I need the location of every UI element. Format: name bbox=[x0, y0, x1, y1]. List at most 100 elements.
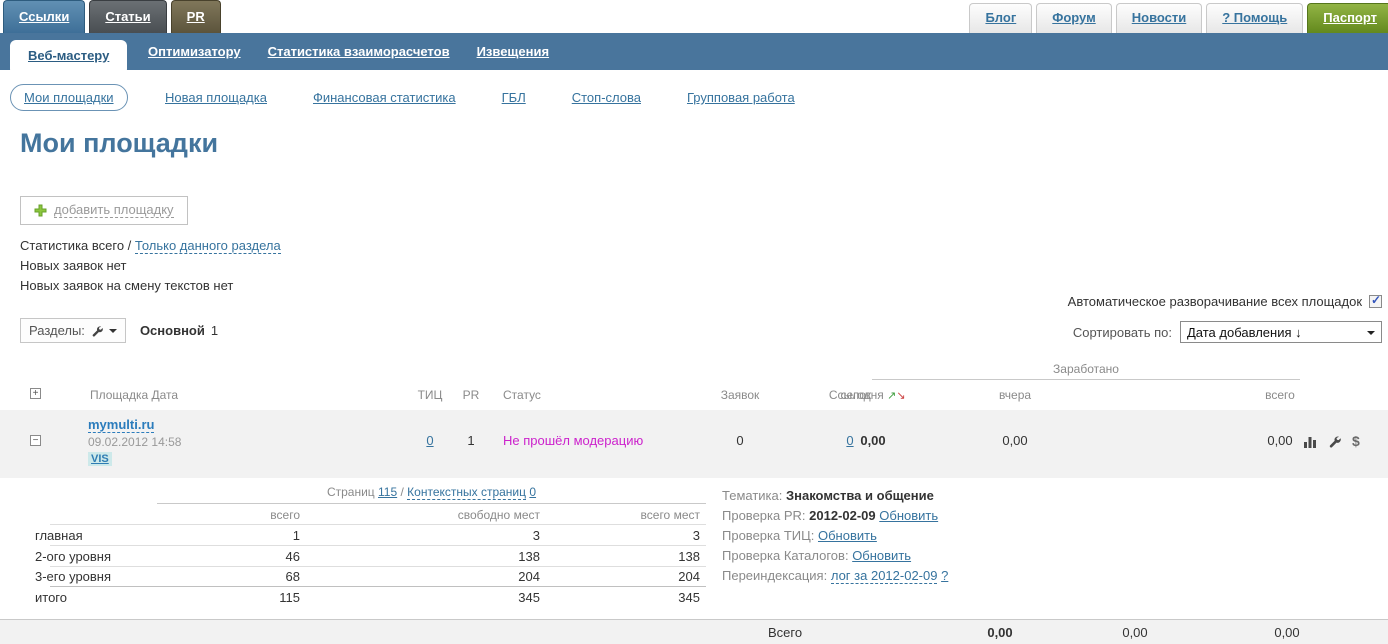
header-earned-group: Заработано bbox=[872, 362, 1300, 376]
pages-cell: 68 bbox=[150, 569, 300, 584]
header-pr: PR bbox=[455, 388, 487, 402]
pages-cell: 204 bbox=[390, 569, 540, 584]
auto-expand-checkbox[interactable] bbox=[1369, 295, 1382, 308]
row-today: 0,00 bbox=[823, 433, 923, 448]
nav-tab-notifications[interactable]: Извещения bbox=[477, 44, 549, 59]
nav-tab-optimizer[interactable]: Оптимизатору bbox=[148, 44, 241, 59]
subnav-gbl[interactable]: ГБЛ bbox=[502, 90, 526, 105]
auto-expand-control: Автоматическое разворачивание всех площа… bbox=[1068, 294, 1382, 309]
pages-cell: 138 bbox=[550, 549, 700, 564]
totals-today: 0,00 bbox=[950, 625, 1050, 640]
sections-label: Разделы: bbox=[29, 323, 85, 338]
header-today: сегодня ↗↘ bbox=[823, 388, 923, 402]
subnav-group-work[interactable]: Групповая работа bbox=[687, 90, 795, 105]
site-link[interactable]: mymulti.ru bbox=[88, 417, 154, 433]
sort-select[interactable]: Дата добавления ↓ bbox=[1180, 321, 1382, 343]
totals-row: Всего 0,00 0,00 0,00 bbox=[0, 619, 1388, 644]
sections-row: Разделы: Основной 1 bbox=[20, 318, 218, 343]
tab-articles[interactable]: Статьи bbox=[89, 0, 166, 33]
chevron-down-icon bbox=[1367, 331, 1375, 335]
tab-pr[interactable]: PR bbox=[171, 0, 221, 33]
context-count-link[interactable]: 0 bbox=[529, 485, 536, 499]
totals-total: 0,00 bbox=[1237, 625, 1337, 640]
main-nav-bar: Веб-мастеру Оптимизатору Статистика взаи… bbox=[0, 33, 1388, 70]
bar-chart-icon[interactable] bbox=[1303, 435, 1317, 448]
add-site-label: добавить площадку bbox=[54, 202, 174, 218]
row-actions: $ bbox=[1303, 435, 1360, 448]
site-date: 09.02.2012 14:58 bbox=[88, 435, 181, 449]
nav-tab-webmaster[interactable]: Веб-мастеру bbox=[10, 40, 127, 75]
row-yesterday: 0,00 bbox=[965, 433, 1065, 448]
update-catalogs-link[interactable]: Обновить bbox=[852, 548, 911, 563]
row-divider bbox=[50, 566, 706, 567]
pages-row-label: 3-его уровня bbox=[35, 569, 111, 584]
section-count: 1 bbox=[211, 323, 218, 338]
chevron-down-icon bbox=[109, 329, 117, 333]
section-name: Основной bbox=[140, 323, 205, 338]
header-tic: ТИЦ bbox=[405, 388, 455, 402]
update-pr-link[interactable]: Обновить bbox=[879, 508, 938, 523]
tab-blog[interactable]: Блог bbox=[969, 3, 1032, 33]
subnav-financial-stats[interactable]: Финансовая статистика bbox=[313, 90, 456, 105]
table-row: − mymulti.ru 09.02.2012 14:58 VIS 0 1 Не… bbox=[0, 410, 1388, 478]
subnav-stop-words[interactable]: Стоп-слова bbox=[572, 90, 641, 105]
site-details: Тематика: Знакомства и общение Проверка … bbox=[722, 486, 948, 586]
row-tic: 0 bbox=[405, 433, 455, 448]
totals-label: Всего bbox=[768, 625, 802, 640]
wrench-icon[interactable] bbox=[1328, 435, 1341, 448]
dollar-icon[interactable]: $ bbox=[1352, 435, 1360, 448]
tab-passport[interactable]: Паспорт bbox=[1307, 3, 1388, 33]
tab-news[interactable]: Новости bbox=[1116, 3, 1203, 33]
expand-all-icon[interactable]: + bbox=[30, 388, 41, 399]
detail-catalog-check: Проверка Каталогов: Обновить bbox=[722, 546, 948, 566]
stats-section-link[interactable]: Только данного раздела bbox=[135, 238, 281, 254]
sort-down-icon[interactable]: ↘ bbox=[896, 390, 905, 402]
site-tabs: Блог Форум Новости ? Помощь Паспорт bbox=[969, 3, 1388, 33]
pages-underline bbox=[157, 503, 706, 504]
vis-badge[interactable]: VIS bbox=[88, 452, 112, 466]
app-window: Ссылки Статьи PR Блог Форум Новости ? По… bbox=[0, 0, 1388, 644]
update-tic-link[interactable]: Обновить bbox=[818, 528, 877, 543]
pages-cell: 345 bbox=[550, 590, 700, 605]
service-tabs: Ссылки Статьи PR bbox=[3, 0, 221, 33]
tab-help[interactable]: ? Помощь bbox=[1206, 3, 1303, 33]
pages-cell: 345 bbox=[390, 590, 540, 605]
detail-tic-check: Проверка ТИЦ: Обновить bbox=[722, 526, 948, 546]
pages-col-total: всего bbox=[150, 508, 300, 522]
pages-cell: 115 bbox=[150, 590, 300, 605]
totals-yesterday: 0,00 bbox=[1085, 625, 1185, 640]
pages-cell: 46 bbox=[150, 549, 300, 564]
wrench-icon bbox=[91, 325, 103, 337]
earned-group-line bbox=[872, 379, 1300, 380]
pages-cell: 3 bbox=[390, 528, 540, 543]
stats-line-3: Новых заявок на смену текстов нет bbox=[20, 276, 281, 296]
page-title: Мои площадки bbox=[20, 128, 218, 159]
tab-links[interactable]: Ссылки bbox=[3, 0, 85, 33]
tab-forum[interactable]: Форум bbox=[1036, 3, 1111, 33]
sort-up-icon[interactable]: ↗ bbox=[887, 390, 896, 402]
stats-block: Статистика всего / Только данного раздел… bbox=[20, 236, 281, 296]
pages-summary: Страниц 115 / Контекстных страниц 0 bbox=[157, 485, 706, 499]
row-divider bbox=[50, 524, 706, 525]
add-site-button[interactable]: добавить площадку bbox=[20, 196, 188, 225]
sections-menu-button[interactable]: Разделы: bbox=[20, 318, 126, 343]
sort-select-value: Дата добавления ↓ bbox=[1187, 325, 1302, 340]
sort-row: Сортировать по: Дата добавления ↓ bbox=[1073, 321, 1382, 343]
pages-col-places: всего мест bbox=[550, 508, 700, 522]
pages-col-free: свободно мест bbox=[390, 508, 540, 522]
row-divider bbox=[50, 586, 706, 587]
pages-count-link[interactable]: 115 bbox=[378, 485, 397, 499]
collapse-icon[interactable]: − bbox=[30, 435, 41, 446]
nav-tab-settlement-stats[interactable]: Статистика взаиморасчетов bbox=[268, 44, 450, 59]
subnav-new-site[interactable]: Новая площадка bbox=[165, 90, 267, 105]
header-yesterday: вчера bbox=[965, 388, 1065, 402]
detail-theme: Тематика: Знакомства и общение bbox=[722, 486, 948, 506]
subnav-my-sites[interactable]: Мои площадки bbox=[10, 84, 128, 111]
row-requests: 0 bbox=[710, 433, 770, 448]
row-divider bbox=[50, 545, 706, 546]
tic-link[interactable]: 0 bbox=[426, 433, 433, 448]
context-pages-link[interactable]: Контекстных страниц bbox=[407, 485, 526, 500]
help-question-link[interactable]: ? bbox=[941, 568, 948, 583]
reindex-log-link[interactable]: лог за 2012-02-09 bbox=[831, 568, 938, 584]
stats-line-1: Статистика всего / Только данного раздел… bbox=[20, 236, 281, 256]
